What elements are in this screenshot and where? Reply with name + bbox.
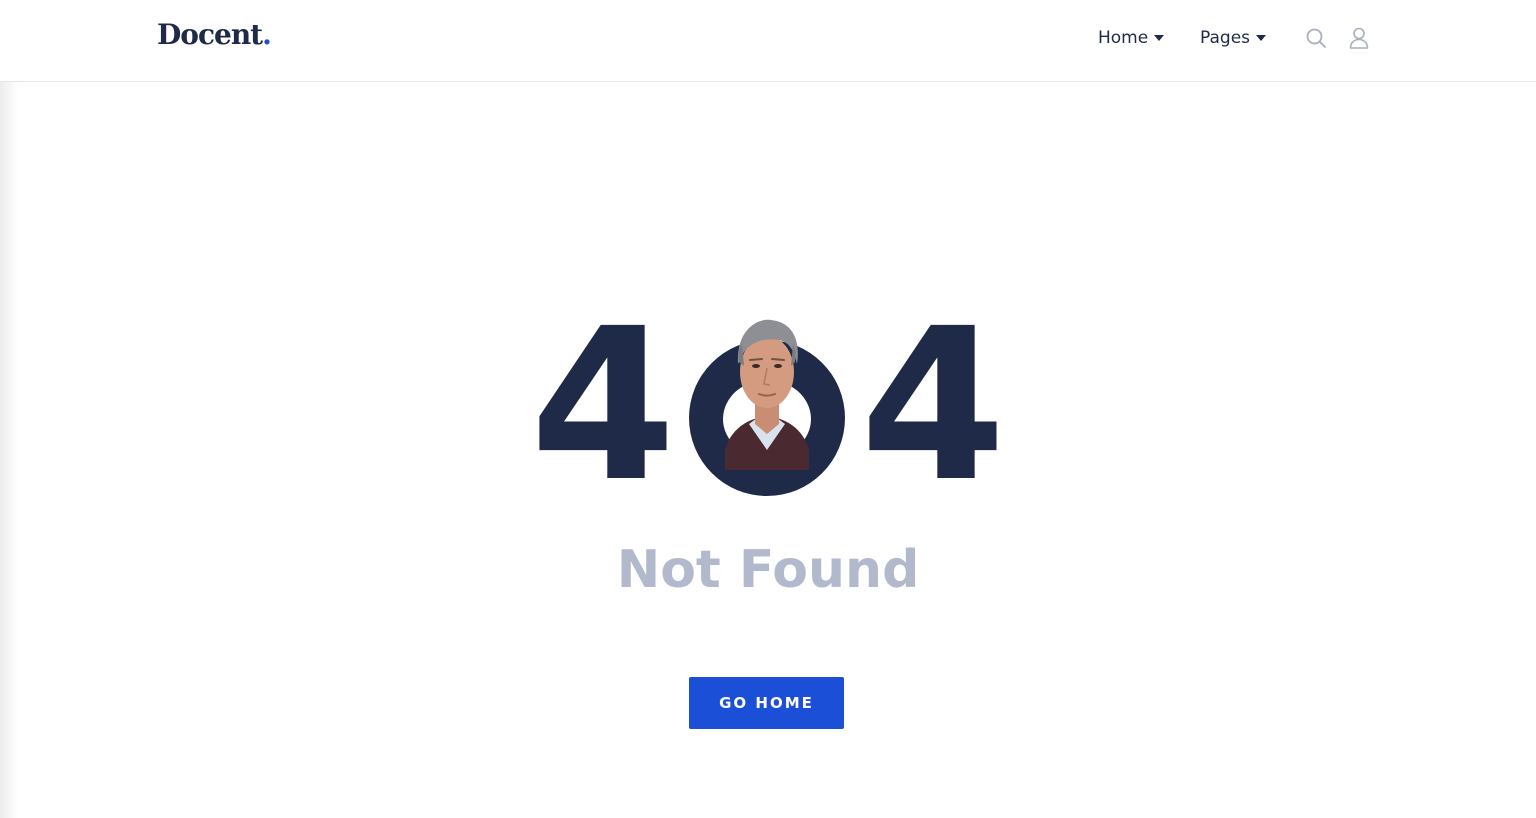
search-button[interactable]: [1304, 26, 1328, 50]
account-button[interactable]: [1347, 26, 1371, 50]
nav-home[interactable]: Home: [1098, 26, 1165, 50]
user-icon: [1349, 27, 1369, 49]
nav-home-label: Home: [1098, 28, 1149, 48]
site-logo[interactable]: Docent.: [157, 18, 272, 51]
portrait-image: [725, 319, 809, 470]
go-home-button[interactable]: GO HOME: [689, 677, 844, 729]
nav-pages-label: Pages: [1200, 28, 1251, 48]
not-found-heading: Not Found: [616, 540, 920, 600]
caret-down-icon: [1154, 35, 1165, 41]
search-icon: [1306, 28, 1326, 48]
digit-four-right: 4: [860, 283, 1007, 528]
nav-pages[interactable]: Pages: [1200, 26, 1267, 50]
logo-dot: .: [262, 18, 272, 51]
digit-four-left: 4: [530, 283, 677, 528]
logo-text: Docent: [157, 18, 263, 51]
page-edge-shadow: [0, 0, 18, 818]
caret-down-icon: [1256, 35, 1267, 41]
error-404-graphic: 4 4: [530, 283, 1007, 528]
site-header: Docent. Home Pages: [0, 0, 1536, 82]
